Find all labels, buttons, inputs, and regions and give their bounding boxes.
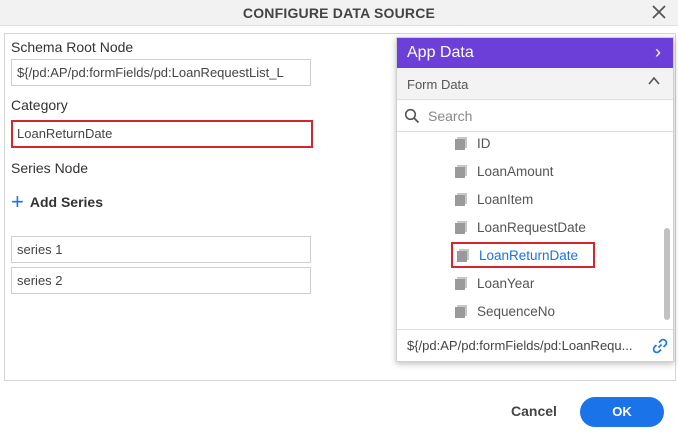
tree-item-sequenceno[interactable]: SequenceNo [455,300,555,322]
field-icon [455,220,467,234]
field-icon [455,192,467,206]
schema-root-label: Schema Root Node [11,39,134,55]
add-series-label: Add Series [29,194,103,210]
search-bar[interactable]: Search [397,100,673,132]
category-label: Category [11,97,68,113]
field-icon [457,248,469,262]
search-input[interactable]: Search [428,108,472,124]
chevron-up-icon [648,76,660,85]
field-icon [455,164,467,178]
field-icon [455,304,467,318]
app-data-title: App Data [407,44,474,61]
form-data-section[interactable]: Form Data [397,68,673,100]
selected-path: ${/pd:AP/pd:formFields/pd:LoanRequ... [397,329,673,361]
app-data-panel: App Data › Form Data Search ID LoanAmoun… [396,37,674,362]
tree-scrollbar[interactable] [664,228,670,320]
chevron-right-icon: › [655,42,661,62]
tree-item-id[interactable]: ID [455,134,491,154]
add-series-button[interactable]: + Add Series [11,189,103,214]
tree-item-loanreturndate[interactable]: LoanReturnDate [451,242,595,268]
schema-root-input[interactable]: ${/pd:AP/pd:formFields/pd:LoanRequestLis… [11,59,311,86]
search-icon [404,108,420,123]
close-icon[interactable] [650,3,668,21]
dialog-header: CONFIGURE DATA SOURCE [0,0,678,26]
app-data-header[interactable]: App Data › [397,38,673,68]
series-input[interactable]: series 1 [11,236,311,263]
form-data-label: Form Data [407,77,469,92]
series-input[interactable]: series 2 [11,267,311,294]
category-input[interactable]: LoanReturnDate [11,120,313,148]
selected-path-text: ${/pd:AP/pd:formFields/pd:LoanRequ... [407,338,633,353]
dialog-title: CONFIGURE DATA SOURCE [242,5,436,21]
ok-button[interactable]: OK [580,397,664,427]
field-icon [455,276,467,290]
tree-item-loanyear[interactable]: LoanYear [455,272,534,294]
plus-icon: + [11,189,24,214]
field-tree: ID LoanAmount LoanItem LoanRequestDate L… [397,134,665,330]
series-node-label: Series Node [11,160,89,176]
cancel-button[interactable]: Cancel [511,403,557,419]
field-icon [455,136,467,150]
tree-item-loanitem[interactable]: LoanItem [455,188,533,210]
link-icon[interactable] [652,338,668,354]
tree-item-loanrequestdate[interactable]: LoanRequestDate [455,216,586,238]
tree-item-loanamount[interactable]: LoanAmount [455,160,554,182]
